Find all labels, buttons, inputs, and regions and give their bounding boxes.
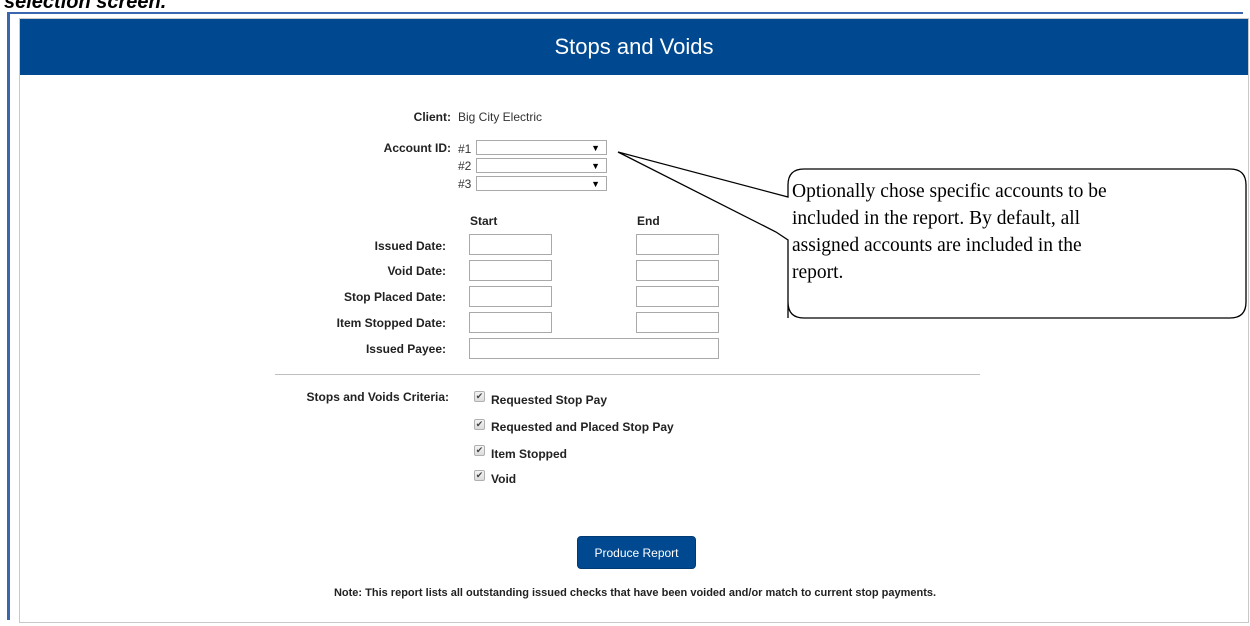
stop-placed-date-label: Stop Placed Date: — [343, 290, 446, 304]
criteria-label: Stops and Voids Criteria: — [306, 390, 449, 404]
item-stopped-checkbox[interactable]: ✔ — [474, 445, 485, 456]
issued-date-end-input[interactable] — [636, 234, 719, 255]
checkmark-icon: ✔ — [475, 445, 484, 455]
requested-stop-pay-label: Requested Stop Pay — [491, 393, 608, 407]
checkmark-icon: ✔ — [475, 391, 484, 401]
chevron-down-icon: ▼ — [591, 143, 600, 153]
item-stopped-label: Item Stopped — [491, 447, 568, 461]
issued-payee-input[interactable] — [469, 338, 719, 359]
callout-line: Optionally chose specific accounts to be — [792, 181, 1107, 202]
account-select-3[interactable]: ▼ — [476, 176, 607, 191]
requested-stop-pay-checkbox[interactable]: ✔ — [474, 391, 485, 402]
section-divider — [275, 374, 980, 375]
report-note: Note: This report lists all outstanding … — [333, 587, 937, 599]
void-label: Void — [491, 472, 517, 486]
callout-line: assigned accounts are included in the — [792, 235, 1082, 256]
issued-payee-label: Issued Payee: — [365, 342, 446, 356]
callout-line: included in the report. By default, all — [792, 208, 1081, 229]
item-stopped-date-label: Item Stopped Date: — [336, 316, 446, 330]
checkmark-icon: ✔ — [475, 470, 484, 480]
account-select-1[interactable]: ▼ — [476, 140, 607, 155]
account-number-3: #3 — [458, 177, 472, 191]
chevron-down-icon: ▼ — [591, 161, 600, 171]
void-date-start-input[interactable] — [469, 260, 552, 281]
callout-text: Optionally chose specific accounts to be… — [792, 178, 1242, 286]
void-date-end-input[interactable] — [636, 260, 719, 281]
produce-report-button[interactable]: Produce Report — [577, 536, 696, 569]
stop-placed-date-end-input[interactable] — [636, 286, 719, 307]
account-number-2: #2 — [458, 159, 472, 173]
client-label: Client: — [413, 110, 451, 124]
item-stopped-date-start-input[interactable] — [469, 312, 552, 333]
checkmark-icon: ✔ — [475, 419, 484, 429]
report-panel: Stops and Voids Client: Big City Electri… — [19, 18, 1249, 623]
account-number-1: #1 — [458, 142, 472, 156]
page-title: Stops and Voids — [20, 19, 1248, 75]
issued-date-start-input[interactable] — [469, 234, 552, 255]
stop-placed-date-start-input[interactable] — [469, 286, 552, 307]
start-column-header: Start — [470, 214, 498, 228]
account-select-2[interactable]: ▼ — [476, 158, 607, 173]
client-value: Big City Electric — [458, 110, 543, 124]
void-date-label: Void Date: — [387, 264, 446, 278]
account-id-label: Account ID: — [383, 141, 451, 155]
callout-line: report. — [792, 262, 844, 283]
requested-placed-stop-pay-checkbox[interactable]: ✔ — [474, 419, 485, 430]
chevron-down-icon: ▼ — [591, 179, 600, 189]
item-stopped-date-end-input[interactable] — [636, 312, 719, 333]
end-column-header: End — [637, 214, 660, 228]
requested-placed-stop-pay-label: Requested and Placed Stop Pay — [491, 420, 674, 434]
issued-date-label: Issued Date: — [374, 239, 446, 253]
void-checkbox[interactable]: ✔ — [474, 470, 485, 481]
